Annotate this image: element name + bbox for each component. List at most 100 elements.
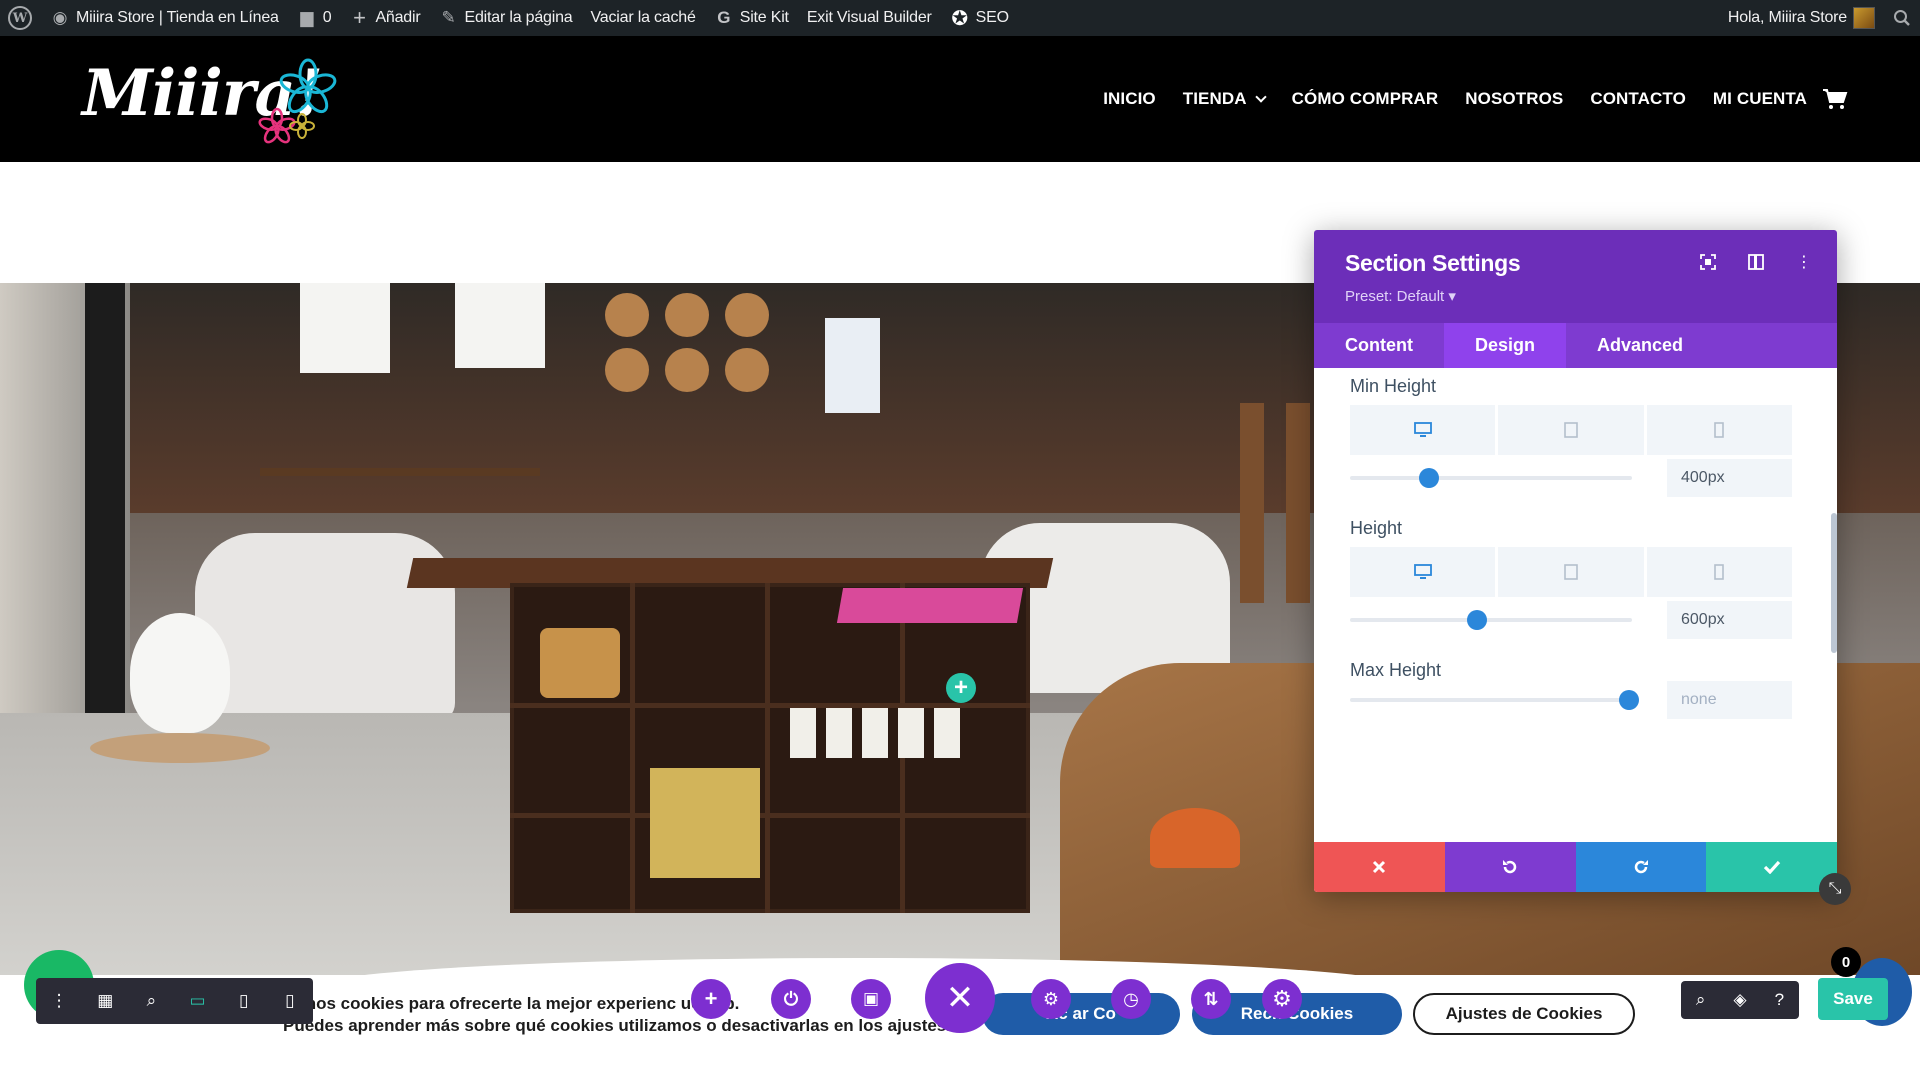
desktop-icon: [1413, 564, 1432, 579]
height-device-tabs: [1350, 547, 1792, 597]
max-height-slider[interactable]: [1350, 690, 1640, 710]
wood-plate-6: [725, 348, 769, 392]
height-slider[interactable]: [1350, 610, 1632, 630]
undo-button[interactable]: [1444, 842, 1576, 892]
portability-icon[interactable]: ⇅: [1191, 979, 1231, 1019]
max-height-input[interactable]: none: [1667, 681, 1792, 719]
candles: [790, 708, 970, 758]
preset-dropdown[interactable]: Preset: Default ▾: [1345, 287, 1456, 305]
speedometer-icon: ◉: [52, 8, 68, 27]
tablet-device-button[interactable]: [1498, 547, 1644, 597]
my-account-menu[interactable]: Hola, Miiira Store: [1719, 0, 1884, 36]
history-icon[interactable]: ◷: [1111, 979, 1151, 1019]
wp-logo-menu[interactable]: W: [0, 0, 41, 36]
comments-menu[interactable]: ▆ 0: [288, 0, 341, 36]
phone-device-button[interactable]: [1646, 547, 1792, 597]
greeting-label: Hola, Miiira Store: [1727, 9, 1847, 26]
close-settings-icon[interactable]: ✕: [925, 963, 995, 1033]
sitekit-label: Site Kit: [739, 9, 789, 26]
nav-item-inicio[interactable]: INICIO: [1103, 89, 1156, 109]
dock-panel-icon[interactable]: [1747, 254, 1765, 272]
wireframe-view-icon[interactable]: ▦: [94, 991, 116, 1011]
tab-content[interactable]: Content: [1314, 323, 1444, 368]
edit-page-link[interactable]: ✎ Editar la página: [430, 0, 582, 36]
pink-cloth: [836, 588, 1024, 623]
min-height-slider[interactable]: [1350, 468, 1632, 488]
google-g-icon: G: [717, 8, 731, 27]
plus-icon: +: [353, 5, 366, 30]
min-height-slider-knob[interactable]: [1418, 468, 1439, 488]
wordpress-icon: W: [8, 6, 32, 30]
redo-button[interactable]: [1575, 842, 1707, 892]
seo-menu[interactable]: ✪ SEO: [941, 0, 1018, 36]
layers-icon[interactable]: ◈: [1729, 990, 1751, 1010]
shelf-board-2: [510, 813, 1030, 818]
site-header: Miiira! INICIO TIENDA CÓMO COMPRAR NOSOT…: [0, 36, 1920, 162]
save-settings-button[interactable]: [1706, 842, 1837, 892]
flower-logo-icon: [258, 58, 337, 144]
height-slider-knob[interactable]: [1466, 610, 1487, 630]
help-icon[interactable]: ?: [1768, 990, 1790, 1010]
fullscreen-icon[interactable]: [1699, 254, 1717, 272]
desktop-view-icon[interactable]: ▭: [187, 991, 209, 1011]
add-new-label: Añadir: [375, 9, 421, 26]
save-page-button[interactable]: Save: [1818, 978, 1888, 1020]
section-settings-panel: Section Settings Preset: Default ▾ ⋮ Con…: [1314, 230, 1837, 892]
min-height-input[interactable]: 400px: [1667, 459, 1792, 497]
nav-item-nosotros[interactable]: NOSOTROS: [1465, 89, 1563, 109]
cart-icon[interactable]: [1822, 88, 1848, 110]
site-logo[interactable]: Miiira!: [82, 52, 352, 152]
tshirt-1: [300, 283, 390, 373]
search-icon[interactable]: ⌕: [1690, 990, 1712, 1010]
desktop-device-button[interactable]: [1350, 405, 1496, 455]
phone-view-icon[interactable]: ▯: [279, 991, 301, 1011]
discard-button[interactable]: [1314, 842, 1445, 892]
page-settings-icon[interactable]: ⚙: [1031, 979, 1071, 1019]
add-row-button[interactable]: +: [946, 673, 976, 703]
sitekit-menu[interactable]: G Site Kit: [705, 0, 798, 36]
add-module-icon[interactable]: +: [691, 979, 731, 1019]
wood-plate-4: [605, 348, 649, 392]
power-icon[interactable]: ⏻: [771, 979, 811, 1019]
trash-icon[interactable]: ▣: [851, 979, 891, 1019]
wood-plate-3: [725, 293, 769, 337]
nav-item-contacto[interactable]: CONTACTO: [1590, 89, 1686, 109]
tablet-view-icon[interactable]: ▯: [233, 991, 255, 1011]
resize-handle-icon[interactable]: ⤡: [1819, 873, 1851, 905]
phone-device-button[interactable]: [1646, 405, 1792, 455]
search-icon: [1894, 10, 1910, 26]
pencil-icon: ✎: [441, 8, 456, 27]
admin-search-button[interactable]: [1884, 0, 1920, 36]
nav-item-como-comprar[interactable]: CÓMO COMPRAR: [1292, 89, 1439, 109]
site-name-menu[interactable]: ◉ Miiira Store | Tienda en Línea: [41, 0, 288, 36]
chevron-down-icon: [1254, 91, 1267, 103]
notification-badge: 0: [1831, 947, 1861, 977]
builder-right-controls: ⌕ ◈ ?: [1681, 981, 1799, 1019]
max-height-slider-knob[interactable]: [1619, 690, 1640, 710]
desktop-device-button[interactable]: [1350, 547, 1496, 597]
tshirt-2: [455, 283, 545, 368]
nav-item-tienda[interactable]: TIENDA: [1183, 89, 1267, 109]
height-input[interactable]: 600px: [1667, 601, 1792, 639]
panel-scrollbar[interactable]: [1831, 513, 1837, 653]
min-height-device-tabs: [1350, 405, 1792, 455]
tab-advanced[interactable]: Advanced: [1566, 323, 1714, 368]
panel-body: Min Height 400px Height 600px Max Height…: [1314, 368, 1837, 840]
exit-visual-builder-link[interactable]: Exit Visual Builder: [798, 0, 941, 36]
height-label: Height: [1350, 518, 1403, 538]
zoom-icon[interactable]: ⌕: [140, 991, 162, 1011]
clear-cache-link[interactable]: Vaciar la caché: [582, 0, 705, 36]
cookie-settings-button[interactable]: Ajustes de Cookies: [1413, 993, 1635, 1035]
panel-footer: [1314, 842, 1837, 892]
tab-design[interactable]: Design: [1443, 323, 1566, 368]
close-icon: [1373, 860, 1386, 874]
nav-item-mi-cuenta[interactable]: MI CUENTA: [1713, 89, 1807, 109]
exit-vb-label: Exit Visual Builder: [806, 9, 932, 26]
main-navigation: INICIO TIENDA CÓMO COMPRAR NOSOTROS CONT…: [1103, 36, 1848, 162]
more-options-icon[interactable]: ⋮: [1795, 254, 1813, 272]
tablet-device-button[interactable]: [1498, 405, 1644, 455]
add-new-menu[interactable]: + Añadir: [340, 0, 429, 36]
more-icon[interactable]: ⋮: [48, 991, 70, 1011]
shelf: [260, 468, 540, 476]
cookie-gear-icon[interactable]: ⚙: [1262, 979, 1302, 1019]
